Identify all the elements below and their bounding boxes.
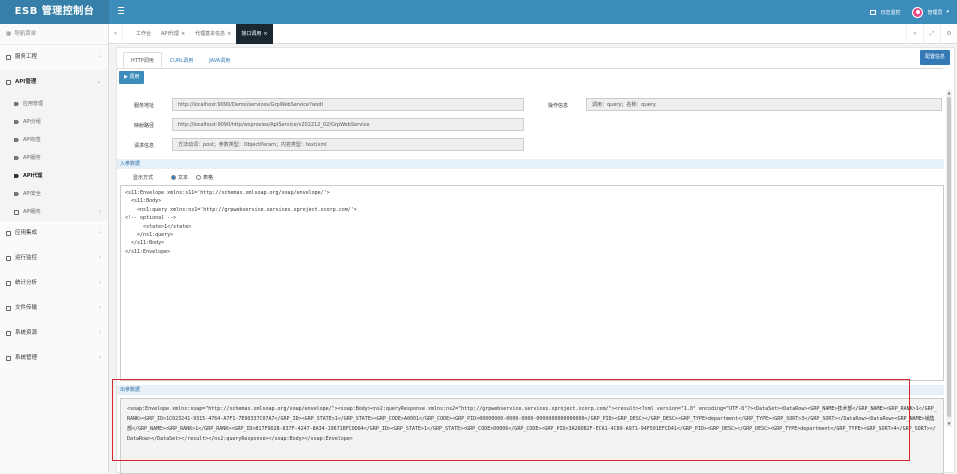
map-path-label: 映射路径 bbox=[134, 123, 155, 129]
folder-icon bbox=[6, 356, 11, 361]
tag-icon bbox=[14, 120, 19, 124]
gear-icon[interactable]: ⚙ bbox=[940, 24, 957, 44]
output-xml-viewer[interactable]: <soap:Envelope xmlns:soap="http://schema… bbox=[120, 398, 944, 474]
sidebar-subitem-api-group[interactable]: API分组 bbox=[0, 113, 108, 131]
output-section-header: 出参数据 bbox=[117, 385, 944, 395]
folder-icon bbox=[6, 281, 11, 286]
menu-toggle-icon[interactable] bbox=[118, 7, 124, 14]
chevron-left-icon: ‹ bbox=[99, 330, 101, 336]
user-name[interactable]: 管理员 bbox=[927, 9, 942, 16]
sidebar-subitem-api-security[interactable]: API安全 bbox=[0, 185, 108, 203]
chevron-left-icon: ‹ bbox=[99, 305, 101, 311]
request-info-field[interactable]: 方法动词：post；参数类型：ObjectParam；内容类型：text/xml bbox=[172, 138, 524, 151]
scroll-thumb[interactable] bbox=[947, 97, 951, 417]
sidebar-subitem-api-tag[interactable]: API标签 bbox=[0, 131, 108, 149]
op-info-label: 操作信息 bbox=[548, 103, 569, 109]
tab-workbench[interactable]: 工作台 bbox=[131, 24, 156, 44]
user-caret-icon[interactable]: ▾ bbox=[946, 9, 949, 15]
tab-close-icon[interactable]: × bbox=[227, 31, 231, 37]
sidebar-subitem-app-management[interactable]: 应用管理 bbox=[0, 95, 108, 113]
user-avatar[interactable] bbox=[912, 6, 924, 18]
op-info-field[interactable]: 调用：query；名称：query bbox=[586, 98, 942, 111]
chevron-left-icon: ‹ bbox=[99, 355, 101, 361]
sidebar: ▦ 导航菜单 服务工程 ‹ API管理 ⌄ 应用管理 API分组 API标签 A… bbox=[0, 24, 109, 473]
tag-icon bbox=[14, 138, 19, 142]
chevron-down-icon: ⌄ bbox=[96, 79, 101, 85]
folder-icon bbox=[6, 256, 11, 261]
sidebar-subitem-api-service[interactable]: API服务 bbox=[0, 149, 108, 167]
radio-unchecked-icon[interactable] bbox=[196, 175, 202, 180]
tab-strip-controls: » ⤢ ⚙ bbox=[906, 24, 957, 44]
service-addr-label: 服务地址 bbox=[134, 103, 155, 109]
fullscreen-icon[interactable]: ⤢ bbox=[923, 24, 940, 44]
tab-scroll-left-icon[interactable]: « bbox=[109, 24, 123, 44]
sidebar-item-file-transfer[interactable]: 文件传输 ‹ bbox=[0, 296, 108, 321]
sidebar-header: ▦ 导航菜单 bbox=[0, 24, 108, 45]
folder-icon bbox=[6, 306, 11, 311]
tab-interface-call[interactable]: 接口调用 × bbox=[236, 24, 273, 44]
log-monitor-link[interactable]: 日志监控 bbox=[880, 9, 900, 16]
app-title[interactable]: ESB 管理控制台 bbox=[0, 0, 109, 24]
tab-close-icon[interactable]: × bbox=[181, 31, 185, 37]
sidebar-item-app-integration[interactable]: 应用集成 ‹ bbox=[0, 221, 108, 246]
sidebar-item-system-resources[interactable]: 系统资源 ‹ bbox=[0, 321, 108, 346]
folder-icon bbox=[14, 209, 19, 215]
folder-icon bbox=[6, 231, 11, 236]
tag-icon bbox=[14, 156, 19, 160]
radio-checked-icon[interactable] bbox=[171, 175, 177, 180]
log-monitor-icon bbox=[870, 9, 877, 15]
display-option-table[interactable]: 表格 bbox=[196, 174, 213, 181]
tab-java-call[interactable]: JAVA调用 bbox=[201, 52, 238, 68]
tab-close-icon[interactable]: × bbox=[263, 31, 267, 37]
folder-icon bbox=[6, 331, 11, 336]
invoke-button[interactable]: ▶ 调用 bbox=[119, 71, 145, 84]
chevron-left-icon: ‹ bbox=[99, 209, 101, 215]
chevron-left-icon: ‹ bbox=[99, 255, 101, 261]
topbar-right: 日志监控 管理员 ▾ bbox=[870, 0, 949, 24]
subtab-divider bbox=[117, 68, 943, 69]
grid-icon: ▦ bbox=[6, 30, 12, 37]
tab-curl-call[interactable]: CURL调用 bbox=[162, 52, 201, 68]
tag-icon bbox=[14, 102, 19, 106]
tab-proxy-info[interactable]: 代理基本信息 × bbox=[190, 24, 236, 44]
input-section-header: 入参数据 bbox=[117, 159, 944, 169]
map-path-field[interactable]: http://localhost:9090/http/wsproxies/Api… bbox=[172, 118, 524, 131]
tab-api-proxy[interactable]: API代理 × bbox=[156, 24, 190, 44]
tag-icon bbox=[14, 192, 19, 196]
sidebar-item-system-management[interactable]: 系统管理 ‹ bbox=[0, 346, 108, 371]
sidebar-item-statistics[interactable]: 统计分析 ‹ bbox=[0, 271, 108, 296]
call-type-tabs: HTTP调用 CURL调用 JAVA调用 bbox=[123, 52, 238, 68]
display-mode-label: 显示方式 bbox=[133, 175, 154, 181]
config-info-button[interactable]: 配置信息 bbox=[919, 50, 950, 65]
chevron-left-icon: ‹ bbox=[99, 54, 101, 60]
input-xml-editor[interactable]: <s11:Envelope xmlns:s11='http://schemas.… bbox=[120, 185, 944, 381]
service-addr-field[interactable]: http://localhost:9090/Demo/services/GrpW… bbox=[172, 98, 524, 111]
page-scrollbar[interactable]: ▲ ▼ bbox=[946, 90, 952, 427]
page-tab-strip: « 工作台 API代理 × 代理基本信息 × 接口调用 × » ⤢ ⚙ bbox=[109, 24, 957, 44]
top-navbar: ESB 管理控制台 日志监控 管理员 ▾ bbox=[0, 0, 957, 24]
chevron-left-icon: ‹ bbox=[99, 280, 101, 286]
sidebar-item-runtime-monitor[interactable]: 运行监控 ‹ bbox=[0, 246, 108, 271]
tag-icon bbox=[14, 174, 19, 178]
main-content: HTTP调用 CURL调用 JAVA调用 配置信息 ▶ 调用 服务地址 http… bbox=[116, 47, 955, 474]
display-mode-row: 显示方式 文本 表格 bbox=[133, 174, 221, 181]
sidebar-item-api-management[interactable]: API管理 ⌄ bbox=[0, 70, 108, 95]
tab-scroll-right-icon[interactable]: » bbox=[906, 24, 923, 44]
sidebar-item-service-project[interactable]: 服务工程 ‹ bbox=[0, 45, 108, 70]
scroll-down-icon[interactable]: ▼ bbox=[946, 421, 952, 427]
tab-http-call[interactable]: HTTP调用 bbox=[123, 52, 162, 68]
sidebar-subitem-api-proxy[interactable]: API代理 bbox=[0, 167, 108, 185]
display-option-text[interactable]: 文本 bbox=[171, 174, 188, 181]
request-info-label: 请求信息 bbox=[134, 143, 155, 149]
chevron-left-icon: ‹ bbox=[99, 230, 101, 236]
sidebar-subitem-api-service-2[interactable]: API服务 ‹ bbox=[0, 203, 108, 221]
scroll-up-icon[interactable]: ▲ bbox=[946, 90, 952, 96]
page-tabs: 工作台 API代理 × 代理基本信息 × 接口调用 × bbox=[131, 24, 273, 44]
folder-icon bbox=[6, 80, 11, 85]
api-submenu: 应用管理 API分组 API标签 API服务 API代理 API安全 API服务… bbox=[0, 95, 108, 221]
folder-icon bbox=[6, 55, 11, 60]
